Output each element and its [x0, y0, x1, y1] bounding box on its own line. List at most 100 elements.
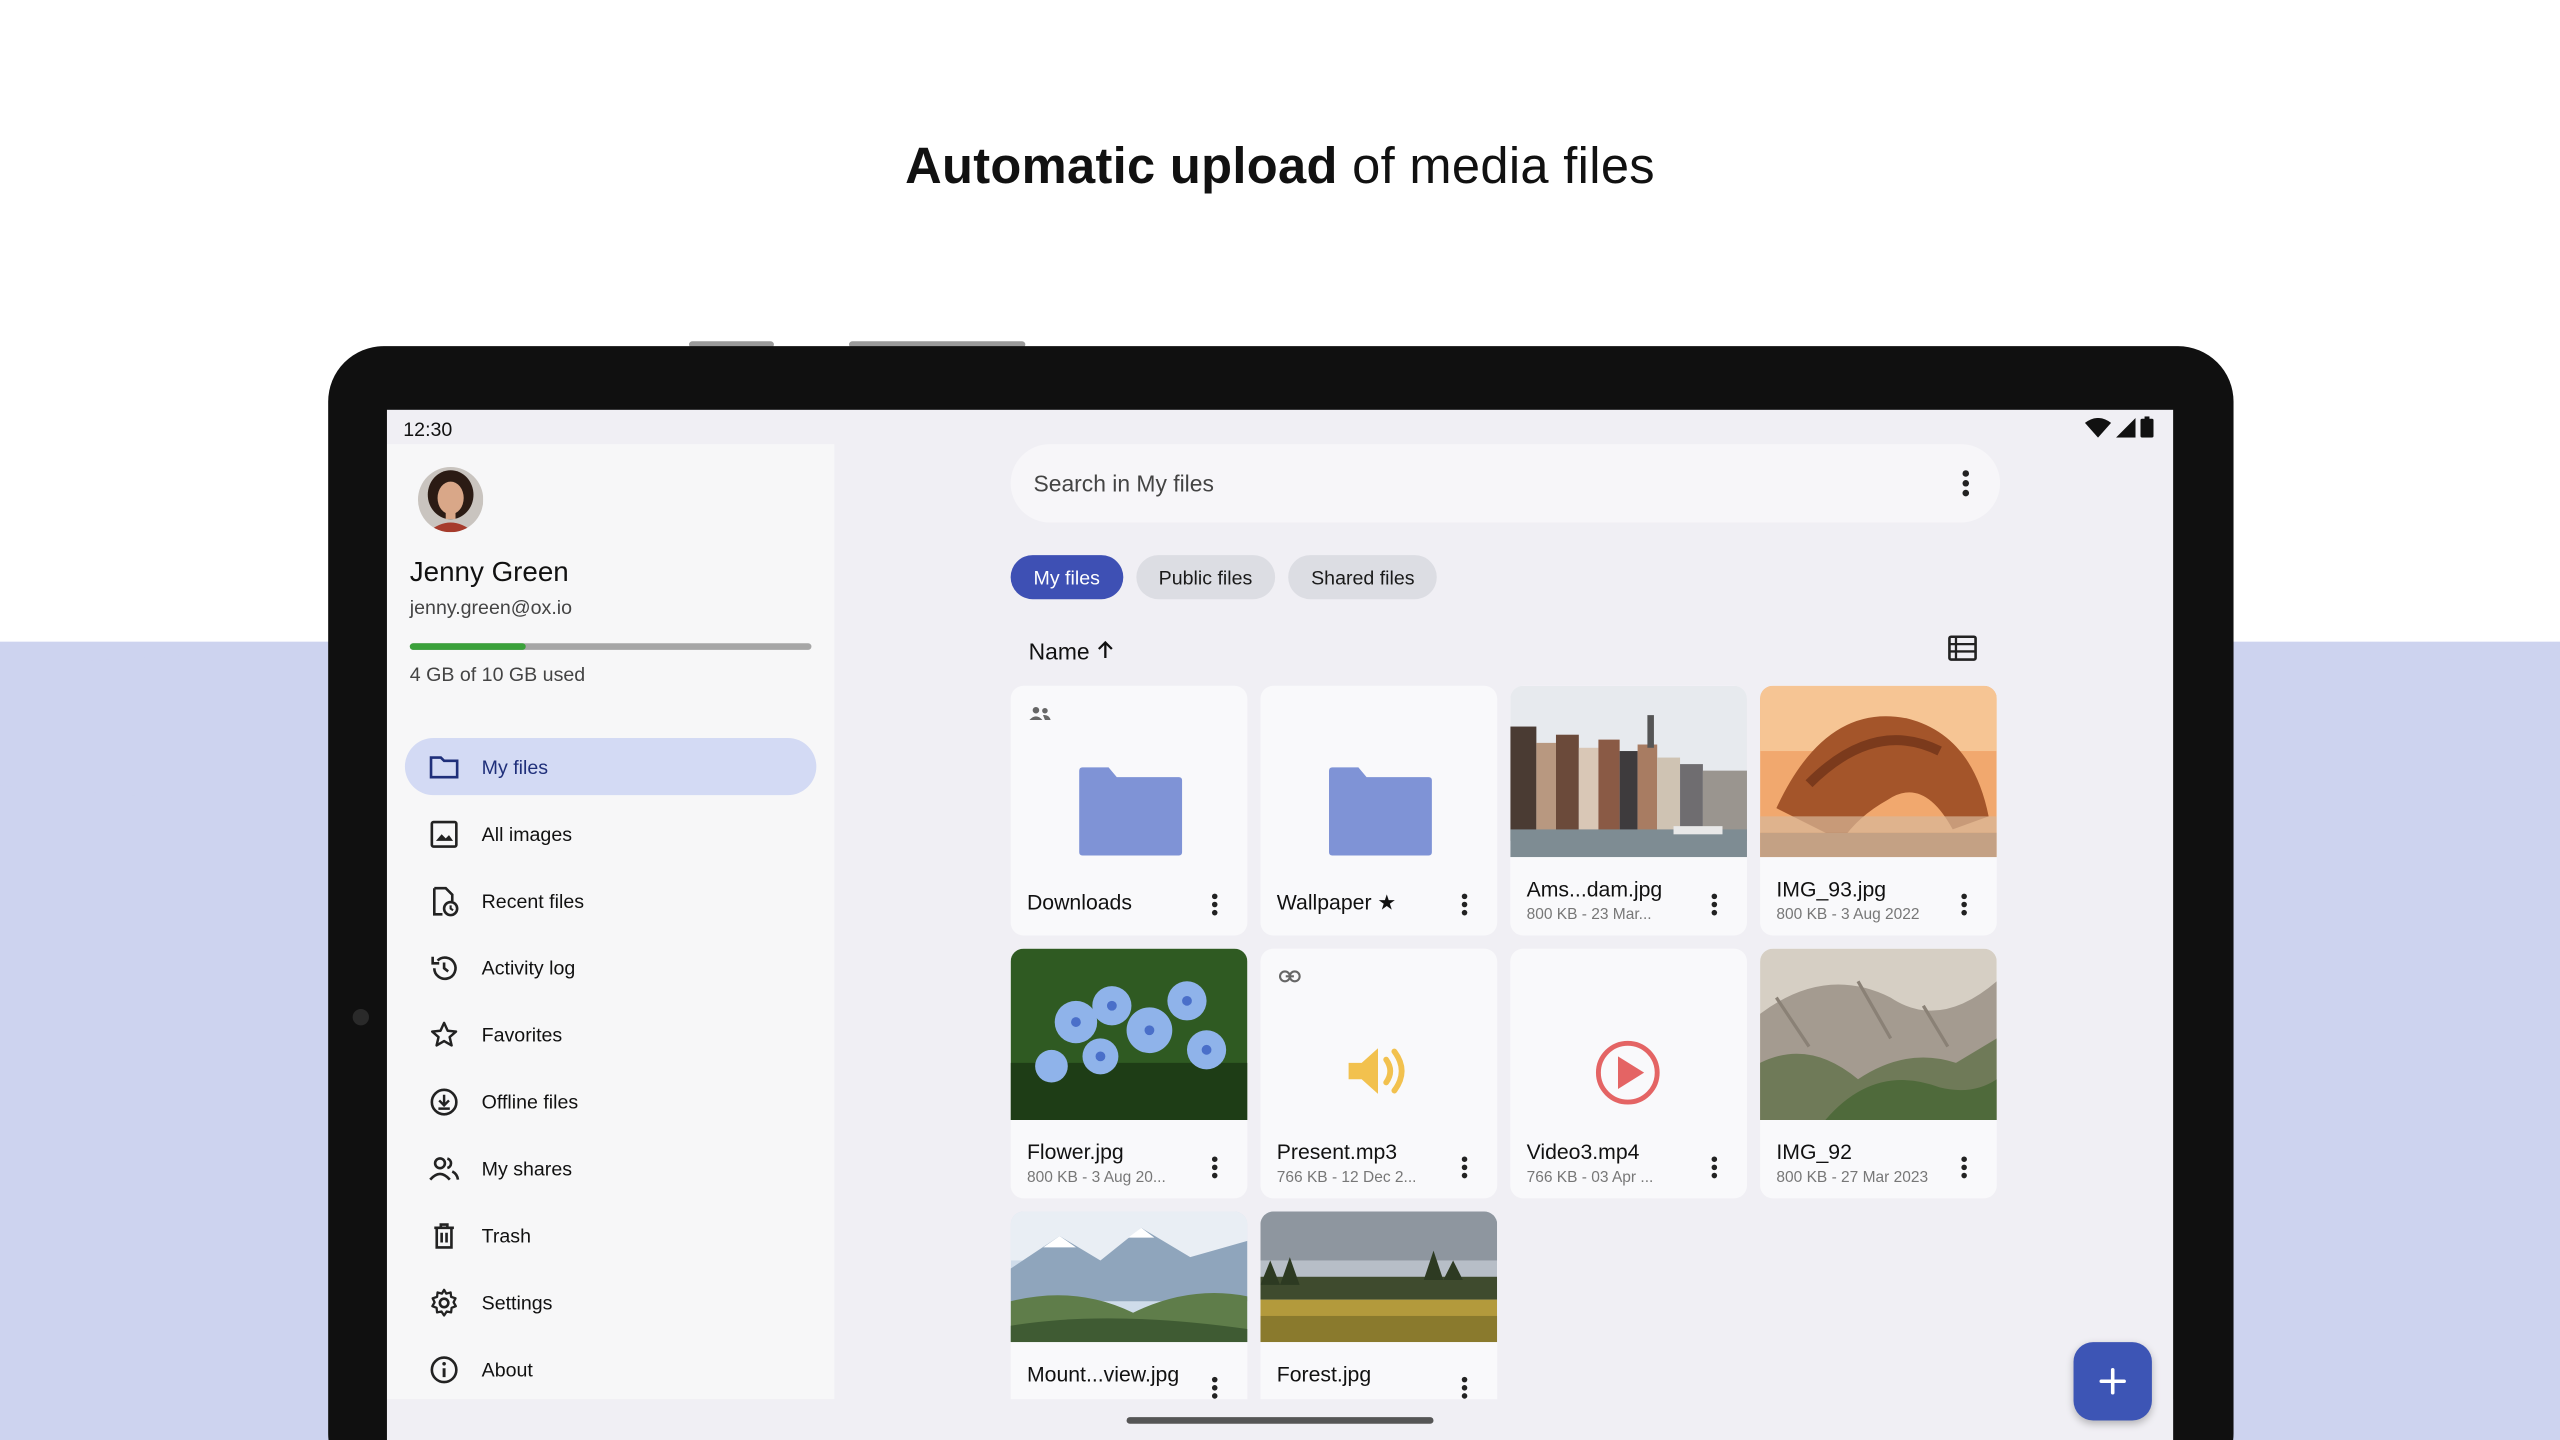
user-name: Jenny Green [409, 556, 569, 588]
sidebar-item-favorites[interactable]: Favorites [405, 1006, 816, 1063]
status-bar: 12:30 [387, 410, 2173, 444]
sidebar-item-my-shares[interactable]: My shares [405, 1140, 816, 1197]
more-vert-icon[interactable] [1959, 891, 1969, 917]
wifi-icon [2084, 417, 2112, 437]
tab-my-files[interactable]: My files [1010, 555, 1123, 600]
link-icon [1278, 970, 1301, 983]
more-vert-icon[interactable] [1210, 1375, 1220, 1401]
folder-icon [429, 756, 459, 779]
sidebar-item-my-files[interactable]: My files [404, 737, 817, 796]
list-view-icon[interactable] [1948, 635, 1977, 661]
file-thumbnail [1010, 948, 1248, 1121]
status-time: 12:30 [403, 417, 453, 441]
more-vert-icon[interactable] [1460, 1375, 1470, 1401]
sidebar-item-settings[interactable]: Settings [405, 1274, 816, 1331]
file-name: Video3.mp4 [1526, 1139, 1640, 1165]
quota-bar [409, 643, 812, 650]
plus-icon [2099, 1368, 2126, 1395]
file-card[interactable]: Flower.jpg 800 KB - 3 Aug 20... [1010, 948, 1248, 1199]
sidebar-item-label: About [481, 1358, 533, 1382]
star-icon [430, 1021, 458, 1047]
file-grid: Downloads Wallpaper ★ Ams...dam.jpg 800 KB… [1010, 685, 2023, 1440]
main-content: Search in My files My files Public files S… [834, 444, 2173, 1440]
sidebar-item-offline-files[interactable]: Offline files [405, 1073, 816, 1130]
search-placeholder[interactable]: Search in My files [1033, 470, 1213, 496]
file-name: Ams...dam.jpg [1526, 876, 1663, 902]
more-vert-icon[interactable] [1961, 467, 1971, 500]
info-icon [430, 1356, 458, 1384]
sidebar-item-label: Recent files [481, 889, 585, 913]
file-name: Present.mp3 [1276, 1139, 1398, 1165]
file-thumbnail [1510, 685, 1747, 858]
sidebar-item-recent-files[interactable]: Recent files [405, 872, 816, 929]
sidebar-item-label: My files [481, 755, 549, 779]
file-meta: 800 KB - 3 Aug 2022 [1776, 906, 1920, 925]
user-email: jenny.green@ox.io [409, 595, 573, 619]
quota-bar-fill [409, 643, 527, 650]
sort-bar: Name [1011, 635, 2000, 668]
play-circle-icon [1595, 1040, 1660, 1105]
headline-rest: of media files [1337, 137, 1655, 195]
battery-icon [2140, 416, 2154, 438]
tablet-screen: 12:30 Jenny Green jenny.green@ox.io 4 GB… [386, 409, 2174, 1440]
stage: Automatic upload of media files 12:30 Je… [0, 0, 2560, 1440]
more-vert-icon[interactable] [1210, 891, 1220, 917]
file-thumbnail [1760, 685, 1997, 858]
file-meta: 766 KB - 03 Apr ... [1526, 1169, 1654, 1187]
file-meta: 800 KB - 3 Aug 20... [1026, 1169, 1166, 1187]
sidebar-item-label: My shares [481, 1157, 573, 1181]
file-meta: 800 KB - 27 Mar 2023 [1776, 1169, 1929, 1187]
file-card[interactable]: Video3.mp4 766 KB - 03 Apr ... [1510, 948, 1747, 1199]
avatar[interactable] [417, 466, 484, 533]
folder-icon [1329, 767, 1432, 856]
file-thumbnail [1010, 1211, 1248, 1343]
search-bar[interactable]: Search in My files [1010, 444, 2001, 523]
more-vert-icon[interactable] [1210, 1154, 1220, 1180]
file-card[interactable]: Ams...dam.jpg 800 KB - 23 Mar... [1510, 685, 1747, 936]
file-card[interactable]: Wallpaper ★ [1260, 685, 1498, 936]
more-vert-icon[interactable] [1460, 1154, 1470, 1180]
file-meta: 766 KB - 12 Dec 2... [1276, 1169, 1417, 1187]
headline: Automatic upload of media files [0, 137, 2560, 196]
sidebar-item-label: Trash [481, 1224, 532, 1248]
file-name: Downloads [1026, 889, 1132, 915]
file-card[interactable]: Present.mp3 766 KB - 12 Dec 2... [1260, 948, 1498, 1199]
add-fab-button[interactable] [2073, 1342, 2152, 1421]
more-vert-icon[interactable] [1709, 1154, 1719, 1180]
file-name: Forest.jpg [1276, 1361, 1372, 1387]
file-card[interactable]: IMG_93.jpg 800 KB - 3 Aug 2022 [1760, 685, 1997, 936]
sidebar-item-all-images[interactable]: All images [405, 805, 816, 862]
sidebar-item-label: All images [481, 822, 573, 846]
image-icon [430, 820, 458, 848]
more-vert-icon[interactable] [1460, 891, 1470, 917]
sidebar-item-label: Settings [481, 1291, 553, 1315]
sidebar-item-activity-log[interactable]: Activity log [405, 939, 816, 996]
recent-file-icon [432, 886, 459, 917]
file-name: IMG_92 [1776, 1139, 1852, 1165]
headline-bold: Automatic upload [905, 137, 1338, 195]
file-name: Mount...view.jpg [1026, 1361, 1180, 1387]
trash-icon [434, 1223, 454, 1249]
file-thumbnail [1760, 948, 1997, 1121]
arrow-up-icon[interactable] [1096, 640, 1116, 660]
file-name: IMG_93.jpg [1776, 876, 1887, 902]
file-name: Wallpaper ★ [1276, 889, 1397, 915]
more-vert-icon[interactable] [1709, 891, 1719, 917]
file-card[interactable]: IMG_92 800 KB - 27 Mar 2023 [1760, 948, 1997, 1199]
tab-public-files[interactable]: Public files [1135, 555, 1276, 600]
people-icon [429, 1157, 460, 1181]
download-circle-icon [430, 1088, 458, 1116]
sort-label[interactable]: Name [1029, 638, 1090, 664]
tab-shared-files[interactable]: Shared files [1288, 555, 1438, 600]
location-tabs: My files Public files Shared files [1010, 555, 1438, 600]
history-icon [431, 956, 457, 981]
sidebar-item-about[interactable]: About [405, 1340, 816, 1397]
shared-people-icon [1029, 706, 1051, 721]
drawer-nav: My files All images Recent files Activity l… [404, 737, 817, 1407]
sidebar-item-trash[interactable]: Trash [405, 1207, 816, 1264]
status-icons [2084, 416, 2154, 438]
file-card[interactable]: Downloads [1010, 685, 1248, 936]
gesture-navigation-handle[interactable] [1126, 1417, 1434, 1424]
sidebar-item-label: Activity log [481, 956, 576, 980]
more-vert-icon[interactable] [1959, 1154, 1969, 1180]
